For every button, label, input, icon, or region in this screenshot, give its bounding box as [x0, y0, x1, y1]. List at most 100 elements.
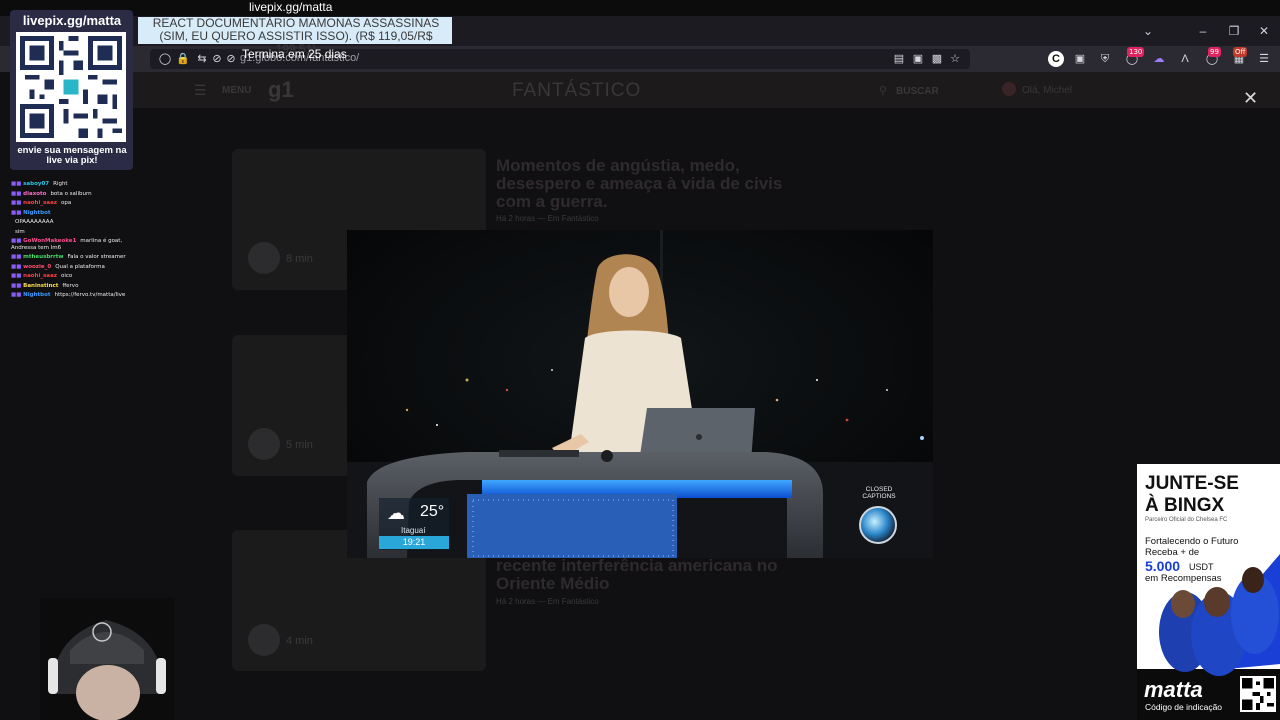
subscription-note: Termina em 25 dias: [242, 47, 347, 61]
video-duration: 4 min: [286, 635, 313, 647]
ad-line1: Fortalecendo o Futuro: [1145, 536, 1239, 547]
screenshot-icon[interactable]: ▩: [929, 51, 945, 67]
extension-badge: 99: [1208, 47, 1221, 57]
section-title: FANTÁSTICO: [512, 80, 642, 101]
video-duration: 5 min: [286, 439, 313, 451]
picture-in-picture-icon[interactable]: ▣: [910, 51, 926, 67]
chat-message: ■■ naohi_saaz opa: [11, 200, 131, 207]
clock: 19:21: [379, 536, 449, 549]
ad-qr-code-icon: [1240, 676, 1276, 712]
play-icon[interactable]: [248, 242, 280, 274]
ad-headline: À BINGX: [1145, 495, 1225, 516]
chat-username[interactable]: mtheusbrrtw: [23, 254, 63, 260]
chat-text: https://fervo.tv/matta/live: [54, 292, 126, 298]
chat-panel: ■■ saboy07 Right ■■ diaxoto bota o saliburn…: [11, 181, 131, 302]
app-menu-icon[interactable]: ☰: [1256, 51, 1272, 67]
temperature: 25°: [420, 503, 445, 520]
chat-text: oico: [61, 273, 73, 279]
ad-line3: em Recompensas: [1145, 573, 1222, 584]
chat-badge-icon: ■■: [11, 263, 24, 270]
chat-username[interactable]: naohi_saaz: [23, 273, 57, 279]
reader-view-icon[interactable]: ▤: [891, 51, 907, 67]
closed-captions-label[interactable]: CLOSED CAPTIONS: [857, 486, 901, 500]
chat-text: Qual a plataforma: [55, 263, 105, 270]
chat-message: ■■ Nightbot https://fervo.tv/matta/live: [11, 292, 131, 299]
bingx-ad-panel: JUNTE-SE À BINGX Parceiro Oficial do Che…: [1137, 464, 1280, 720]
shield-extension-icon[interactable]: ⛨: [1097, 51, 1113, 67]
article-headline[interactable]: Momentos de angústia, medo, desespero e …: [496, 157, 796, 211]
cloud-extension-icon[interactable]: ☁: [1151, 51, 1167, 67]
video-player[interactable]: ☁ 25° Itaguaí 19:21 CLOSED CAPTIONS: [347, 230, 933, 558]
chat-badge-icon: ■■: [11, 181, 24, 187]
chat-badge-icon: ■■: [11, 254, 24, 260]
chat-text: bota o saliburn: [50, 190, 92, 197]
close-window-icon[interactable]: ✕: [1254, 22, 1274, 40]
maximize-icon[interactable]: ❐: [1224, 22, 1244, 40]
extension-badge: 130: [1127, 47, 1145, 57]
ad-headline: JUNTE-SE: [1145, 473, 1239, 494]
chat-username[interactable]: Nightbot: [23, 292, 50, 298]
qr-code-icon: [16, 32, 126, 142]
extension-badge: Off: [1233, 47, 1248, 57]
search-icon[interactable]: ⚲: [879, 84, 887, 97]
webcam-feed: [40, 598, 174, 720]
chat-badge-icon: ■■: [11, 190, 24, 197]
cloud-icon: ☁: [387, 503, 405, 523]
play-icon[interactable]: [248, 624, 280, 656]
chat-text: OPAAAAAAAA: [15, 219, 54, 225]
video-duration: 8 min: [286, 253, 313, 265]
minimize-icon[interactable]: –: [1193, 22, 1213, 40]
g1-logo[interactable]: g1: [268, 77, 294, 103]
chat-text: sim: [15, 228, 25, 235]
extension-c-icon[interactable]: C: [1048, 51, 1064, 67]
chat-badge-icon: ■■: [11, 292, 24, 298]
ad-currency: USDT: [1189, 562, 1214, 572]
bookmark-star-icon[interactable]: ☆: [947, 51, 963, 67]
extensions-puzzle-icon[interactable]: ▣: [1072, 51, 1088, 67]
chat-message: sim: [11, 229, 131, 236]
chat-badge-icon: ■■: [11, 200, 24, 206]
menu-label[interactable]: MENU: [222, 85, 251, 96]
chat-username[interactable]: Nightbot: [23, 210, 50, 216]
hamburger-icon[interactable]: ☰: [194, 82, 207, 99]
chat-text: Fala o valor streamer: [67, 254, 126, 260]
stream-title: livepix.gg/matta: [249, 0, 333, 14]
chat-username[interactable]: Baninstinct: [23, 283, 58, 289]
chat-message: ■■ saboy07 Right: [11, 181, 131, 188]
chat-message: ■■ GoWonMakeoke1 marlina é goat, Andressa…: [11, 238, 131, 251]
ai-extension-icon[interactable]: Λ: [1177, 51, 1193, 67]
ad-amount: 5.000: [1145, 558, 1181, 574]
ad-code-label: Código de indicação: [1145, 702, 1223, 712]
chat-message: OPAAAAAAAA: [11, 219, 131, 226]
article-meta: Há 2 horas — Em Fantástico: [496, 214, 599, 223]
chat-text: ffervo: [62, 282, 79, 289]
chat-username[interactable]: saboy07: [23, 181, 49, 187]
search-label[interactable]: BUSCAR: [896, 86, 939, 97]
user-greeting[interactable]: Olá, Michel: [1022, 85, 1072, 96]
chat-badge-icon: ■■: [11, 238, 24, 244]
play-icon[interactable]: [248, 428, 280, 460]
chat-username[interactable]: GoWonMakeoke1: [23, 238, 76, 244]
chat-message: ■■ woozie_0 Qual a plataforma: [11, 264, 131, 271]
chat-message: ■■ mtheusbrrtw Fala o valor streamer: [11, 254, 131, 261]
chat-message: ■■ Baninstinct ffervo: [11, 283, 131, 290]
chat-username[interactable]: woozie_0: [23, 264, 51, 270]
ad-partner: Parceiro Oficial do Chelsea FC: [1145, 517, 1228, 523]
g1-header: [130, 72, 1280, 108]
chat-message: ■■ Nightbot: [11, 210, 131, 217]
chat-badge-icon: ■■: [11, 273, 24, 279]
tab-list-chevron-icon[interactable]: ⌄: [1138, 22, 1158, 40]
chat-badge-icon: ■■: [11, 209, 24, 216]
ad-brand: matta: [1144, 677, 1203, 702]
chat-message: ■■ naohi_saaz oico: [11, 273, 131, 280]
chat-username[interactable]: diaxoto: [23, 191, 46, 197]
article-headline[interactable]: recente interferência americana no Orien…: [496, 557, 796, 593]
qr-caption: envie sua mensagem na live via pix!: [17, 145, 127, 166]
qr-title: livepix.gg/matta: [22, 13, 122, 28]
globo-logo-icon: [859, 506, 897, 544]
chat-username[interactable]: naohi_saaz: [23, 200, 57, 206]
chat-text: opa: [61, 200, 72, 206]
chat-message: ■■ diaxoto bota o saliburn: [11, 191, 131, 198]
avatar[interactable]: [1002, 82, 1016, 96]
close-player-icon[interactable]: ✕: [1243, 88, 1258, 109]
